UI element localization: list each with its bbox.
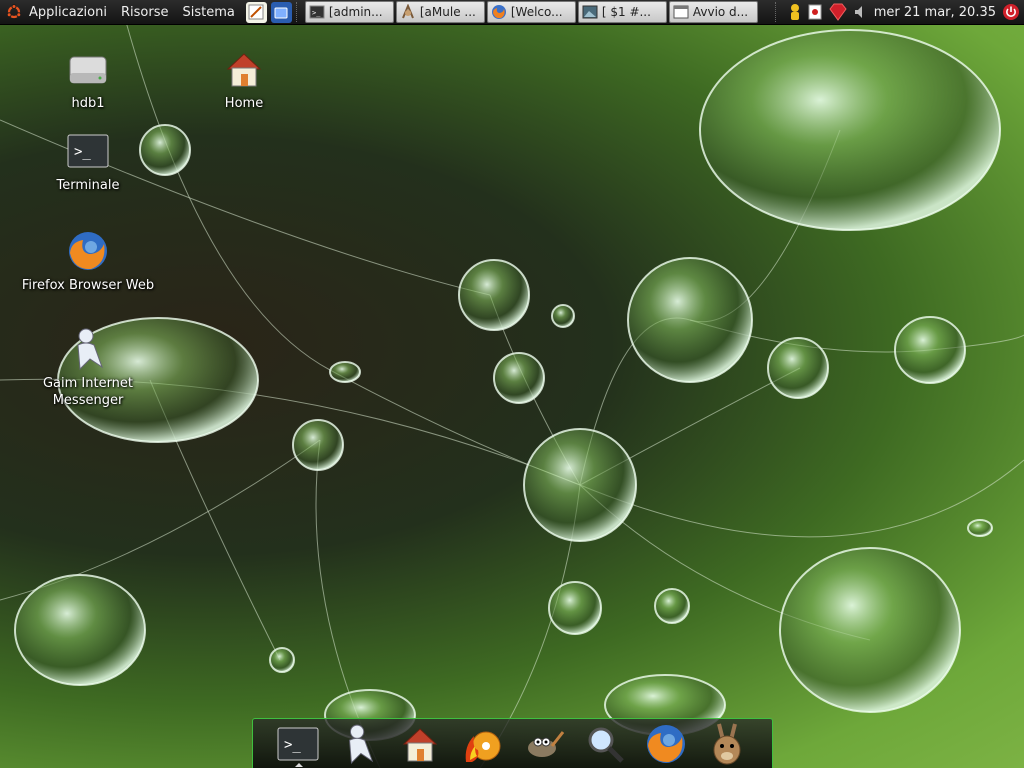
files-launcher[interactable]	[270, 1, 292, 23]
ruby-gem-icon[interactable]	[828, 3, 848, 21]
home-icon	[403, 727, 438, 761]
tray-separator	[774, 2, 778, 22]
panel-separator	[295, 2, 299, 22]
text-editor-icon	[248, 4, 264, 20]
ubuntu-logo-icon[interactable]	[6, 4, 22, 20]
svg-text:>_: >_	[284, 737, 301, 753]
user-switcher-icon[interactable]	[788, 3, 802, 21]
firefox-icon	[491, 5, 506, 19]
dock-terminal[interactable]: >_	[275, 721, 321, 767]
menu-sistema[interactable]: Sistema	[175, 5, 241, 20]
burner-icon	[465, 731, 501, 762]
dock-firefox[interactable]	[643, 721, 689, 767]
terminal-icon: >_	[66, 129, 110, 173]
menu-applicazioni[interactable]: Applicazioni	[22, 5, 114, 20]
dock: >_	[252, 718, 773, 768]
clock[interactable]: mer 21 mar, 20.35	[874, 5, 996, 20]
desktop-icon-home[interactable]: Home	[169, 47, 319, 112]
dock-search[interactable]	[582, 721, 628, 767]
dock-amule[interactable]	[704, 721, 750, 767]
gaim-icon	[66, 327, 110, 371]
desktop-icon-hdb1[interactable]: hdb1	[13, 47, 163, 112]
volume-icon[interactable]	[854, 5, 868, 19]
desktop-icon-terminale[interactable]: >_ Terminale	[13, 129, 163, 194]
power-icon[interactable]	[1002, 3, 1020, 21]
record-indicator-icon[interactable]	[808, 3, 822, 21]
search-icon	[588, 727, 624, 763]
menu-risorse[interactable]: Risorse	[114, 5, 176, 20]
window-icon	[673, 5, 689, 19]
svg-text:>_: >_	[312, 9, 321, 17]
active-indicator	[294, 762, 303, 767]
dock-gaim[interactable]	[336, 721, 382, 767]
taskbar: >_ [admin... [aMule ... [Welco... [ $1 #…	[304, 1, 758, 23]
task-amule[interactable]: [aMule ...	[395, 1, 485, 23]
desktop-icon-gaim[interactable]: Gaim Internet Messenger	[13, 327, 163, 409]
desktop-icon-firefox[interactable]: Firefox Browser Web	[13, 229, 163, 294]
drive-icon	[66, 47, 110, 91]
firefox-icon	[646, 724, 685, 763]
top-panel: Applicazioni Risorse Sistema >_ [admin..…	[0, 0, 1024, 25]
home-icon	[222, 47, 266, 91]
terminal-icon: >_	[309, 5, 325, 19]
task-image[interactable]: [ $1 #...	[577, 1, 667, 23]
dock-burner[interactable]	[459, 721, 505, 767]
gaim-icon	[349, 724, 374, 764]
task-avvio[interactable]: Avvio d...	[668, 1, 758, 23]
system-tray: mer 21 mar, 20.35	[771, 2, 1024, 22]
amule-icon	[401, 4, 414, 19]
files-icon	[274, 7, 288, 19]
dock-gimp[interactable]	[520, 721, 566, 767]
svg-text:>_: >_	[74, 144, 91, 160]
dock-home[interactable]	[397, 721, 443, 767]
amule-icon	[713, 723, 741, 764]
firefox-icon	[66, 229, 110, 273]
task-firefox[interactable]: [Welco...	[486, 1, 576, 23]
image-icon	[582, 5, 598, 19]
text-editor-launcher[interactable]	[245, 1, 267, 23]
task-terminal[interactable]: >_ [admin...	[304, 1, 394, 23]
gimp-icon	[528, 730, 565, 757]
terminal-icon: >_	[277, 727, 319, 760]
